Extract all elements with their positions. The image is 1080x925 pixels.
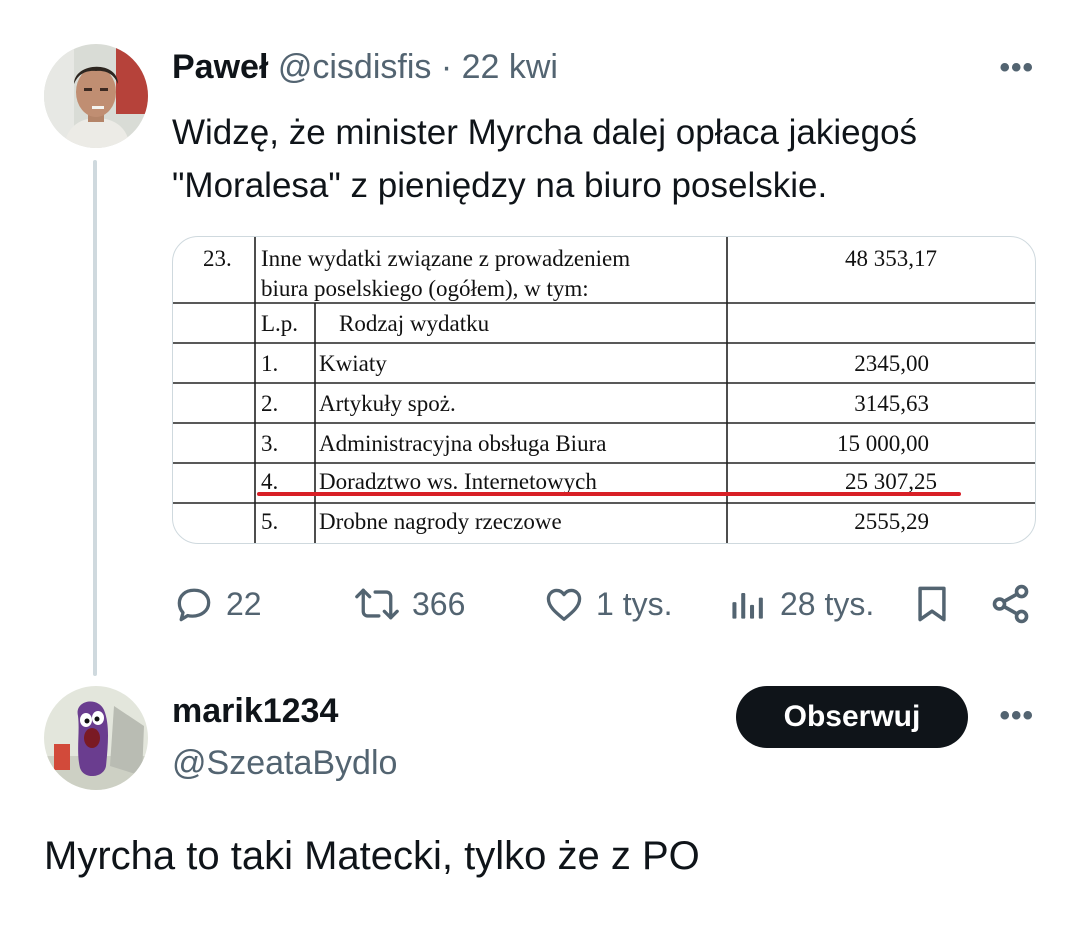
retweet-icon bbox=[352, 582, 402, 626]
column-header-lp: L.p. bbox=[261, 311, 298, 336]
follow-button[interactable]: Obserwuj bbox=[736, 686, 968, 748]
row-number: 23. bbox=[203, 246, 232, 271]
item-lp: 2. bbox=[261, 391, 278, 416]
bookmark-button[interactable] bbox=[910, 578, 954, 630]
thread-line bbox=[93, 160, 97, 676]
reply-author-name[interactable]: marik1234 bbox=[172, 692, 338, 731]
views-button[interactable]: 28 tys. bbox=[726, 578, 874, 630]
header-separator: · bbox=[440, 48, 453, 86]
retweet-count: 366 bbox=[412, 585, 466, 622]
row-total: 48 353,17 bbox=[845, 246, 937, 271]
item-lp: 4. bbox=[261, 469, 278, 494]
bookmark-icon bbox=[910, 582, 954, 626]
item-name: Kwiaty bbox=[319, 351, 387, 376]
tweet-action-bar: 22 366 1 tys. 28 tys. bbox=[172, 578, 1034, 630]
author-avatar[interactable] bbox=[44, 44, 148, 148]
retweet-button[interactable]: 366 bbox=[352, 578, 465, 630]
more-options-icon[interactable]: ••• bbox=[999, 53, 1034, 83]
reply-button[interactable]: 22 bbox=[172, 578, 262, 630]
item-lp: 5. bbox=[261, 509, 278, 534]
item-amount: 2345,00 bbox=[854, 351, 929, 376]
item-lp: 1. bbox=[261, 351, 278, 376]
item-name: Doradztwo ws. Internetowych bbox=[319, 469, 597, 494]
author-name[interactable]: Paweł bbox=[172, 48, 268, 86]
item-name: Administracyjna obsługa Biura bbox=[319, 431, 606, 456]
tweet-header: Paweł @cisdisfis · 22 kwi bbox=[172, 48, 558, 87]
item-amount: 25 307,25 bbox=[845, 469, 937, 494]
like-button[interactable]: 1 tys. bbox=[542, 578, 672, 630]
item-name: Artykuły spoż. bbox=[319, 391, 456, 416]
views-count: 28 tys. bbox=[780, 585, 875, 622]
tweet-date[interactable]: 22 kwi bbox=[462, 48, 558, 86]
reply-count: 22 bbox=[226, 585, 262, 622]
row-title-line: biura poselskiego (ogółem), w tym: bbox=[261, 276, 589, 301]
reply-author-handle[interactable]: @SzeataBydlo bbox=[172, 744, 397, 783]
author-handle[interactable]: @cisdisfis bbox=[278, 48, 432, 86]
reply-icon bbox=[172, 582, 216, 626]
tweet-media-image[interactable]: 23. Inne wydatki związane z prowadzeniem… bbox=[172, 236, 1036, 544]
like-icon bbox=[542, 582, 586, 626]
column-header-type: Rodzaj wydatku bbox=[339, 311, 490, 336]
item-amount: 15 000,00 bbox=[837, 431, 929, 456]
tweet-text: Widzę, że minister Myrcha dalej opłaca j… bbox=[172, 106, 1032, 212]
share-icon bbox=[988, 581, 1034, 627]
share-button[interactable] bbox=[988, 578, 1034, 630]
like-count: 1 tys. bbox=[596, 585, 673, 622]
item-lp: 3. bbox=[261, 431, 278, 456]
item-name: Drobne nagrody rzeczowe bbox=[319, 509, 562, 534]
reply-author-avatar[interactable] bbox=[44, 686, 148, 790]
more-options-icon[interactable]: ••• bbox=[999, 701, 1034, 731]
tweet-text-line: Widzę, że minister Myrcha dalej opłaca j… bbox=[172, 113, 918, 152]
item-amount: 3145,63 bbox=[854, 391, 929, 416]
views-icon bbox=[726, 582, 770, 626]
tweet-text-line: "Moralesa" z pieniędzy na biuro poselski… bbox=[172, 166, 828, 205]
reply-text: Myrcha to taki Matecki, tylko że z PO bbox=[44, 834, 700, 878]
row-title-line: Inne wydatki związane z prowadzeniem bbox=[261, 246, 630, 271]
item-amount: 2555,29 bbox=[854, 509, 929, 534]
